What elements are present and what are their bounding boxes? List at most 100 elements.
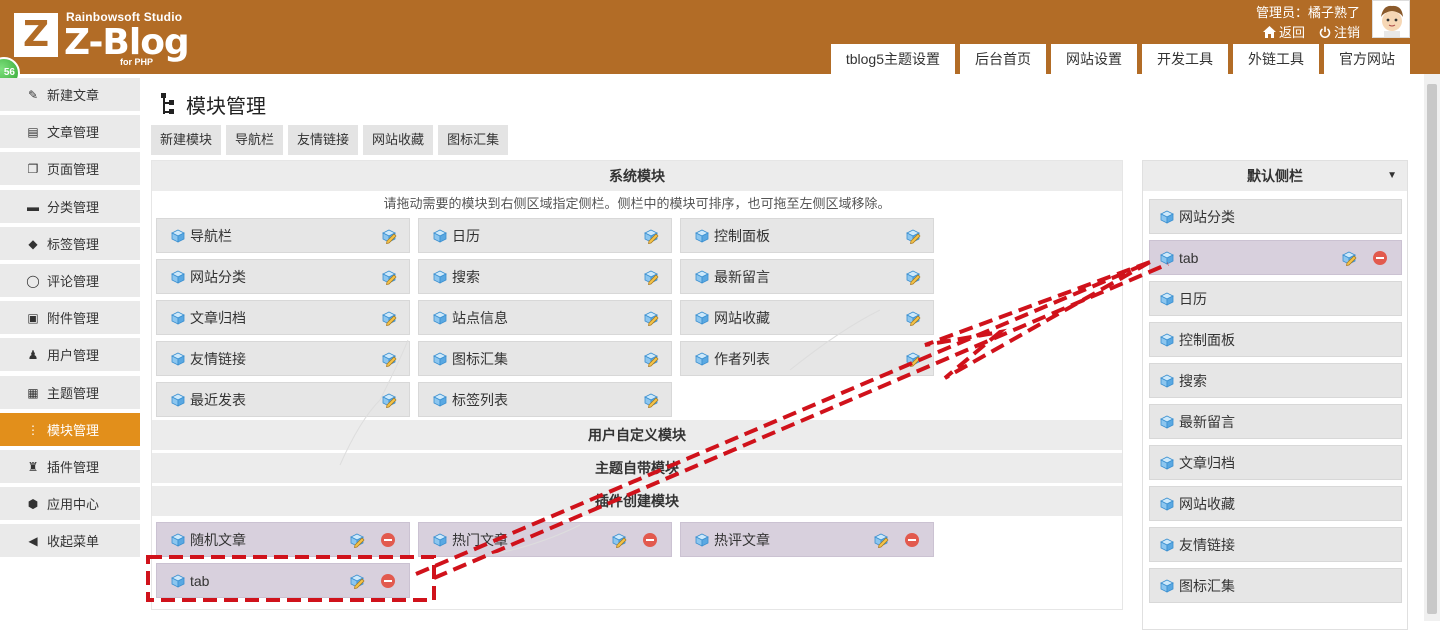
module-item[interactable]: 最新留言: [680, 259, 934, 294]
module-item[interactable]: 站点信息: [418, 300, 672, 335]
module-item[interactable]: 图标汇集: [418, 341, 672, 376]
subtab-navbar[interactable]: 导航栏: [226, 125, 284, 155]
edit-module-icon[interactable]: [643, 392, 659, 408]
module-item[interactable]: 导航栏: [156, 218, 410, 253]
remove-module-icon[interactable]: [905, 533, 919, 547]
scrollbar-thumb[interactable]: [1427, 84, 1437, 614]
tab-dashboard[interactable]: 后台首页: [960, 44, 1046, 74]
edit-module-icon[interactable]: [643, 351, 659, 367]
module-cube-icon: [433, 229, 447, 243]
sidebar-item-categories[interactable]: ▬ 分类管理: [0, 190, 140, 223]
sidebar-item-modules[interactable]: ⋮ 模块管理: [0, 413, 140, 446]
sidebar-module-item[interactable]: 搜索: [1149, 363, 1402, 398]
plugin-module-item[interactable]: 热评文章: [680, 522, 934, 557]
module-item[interactable]: 文章归档: [156, 300, 410, 335]
page-scrollbar[interactable]: [1424, 74, 1440, 621]
collapse-icon: ◀: [28, 533, 38, 548]
tab-site-settings[interactable]: 网站设置: [1051, 44, 1137, 74]
remove-module-icon[interactable]: [643, 533, 657, 547]
module-item[interactable]: 日历: [418, 218, 672, 253]
edit-module-icon[interactable]: [349, 573, 365, 589]
sidebar-item-users[interactable]: ♟ 用户管理: [0, 338, 140, 371]
sidebar-module-item[interactable]: tab: [1149, 240, 1402, 275]
default-sidebar-header[interactable]: 默认侧栏 ▼: [1143, 161, 1407, 191]
sidebar-module-item[interactable]: 网站分类: [1149, 199, 1402, 234]
module-item[interactable]: 标签列表: [418, 382, 672, 417]
edit-module-icon[interactable]: [905, 228, 921, 244]
section-plugin-modules[interactable]: 插件创建模块: [152, 486, 1122, 516]
sidebar-module-item[interactable]: 图标汇集: [1149, 568, 1402, 603]
sidebar-item-pages[interactable]: ❐ 页面管理: [0, 152, 140, 185]
sidebar-item-plugins[interactable]: ♜ 插件管理: [0, 450, 140, 483]
sidebar-module-item[interactable]: 控制面板: [1149, 322, 1402, 357]
edit-module-icon[interactable]: [643, 269, 659, 285]
plugin-module-item[interactable]: tab: [156, 563, 410, 598]
sidebar-item-label: 评论管理: [47, 274, 100, 289]
zblog-logo[interactable]: Z: [14, 13, 58, 57]
subtab-favorites[interactable]: 网站收藏: [363, 125, 434, 155]
sidebar-module-item[interactable]: 友情链接: [1149, 527, 1402, 562]
tab-tblog5-theme-settings[interactable]: tblog5主题设置: [830, 44, 955, 74]
module-item[interactable]: 控制面板: [680, 218, 934, 253]
subtab-icon-collection[interactable]: 图标汇集: [438, 125, 509, 155]
module-label: 热评文章: [714, 531, 770, 548]
module-label: 搜索: [452, 268, 480, 285]
plugin-module-item[interactable]: 随机文章: [156, 522, 410, 557]
sidebar-module-item[interactable]: 文章归档: [1149, 445, 1402, 480]
remove-module-icon[interactable]: [1373, 251, 1387, 265]
module-cube-icon: [1160, 497, 1174, 511]
edit-module-icon[interactable]: [381, 269, 397, 285]
module-subtabs: 新建模块 导航栏 友情链接 网站收藏 图标汇集: [151, 125, 509, 155]
edit-module-icon[interactable]: [381, 310, 397, 326]
module-label: 文章归档: [190, 309, 246, 326]
sidebar-item-comments[interactable]: ◯ 评论管理: [0, 264, 140, 297]
tab-link-tools[interactable]: 外链工具: [1233, 44, 1319, 74]
sidebar-module-item[interactable]: 网站收藏: [1149, 486, 1402, 521]
subtab-friend-links[interactable]: 友情链接: [288, 125, 359, 155]
sidebar-item-collapse[interactable]: ◀ 收起菜单: [0, 524, 140, 557]
plugin-module-item[interactable]: 热门文章: [418, 522, 672, 557]
edit-module-icon[interactable]: [905, 269, 921, 285]
dropdown-caret-icon[interactable]: ▼: [1387, 161, 1397, 191]
tag-icon: ◆: [28, 236, 38, 251]
edit-module-icon[interactable]: [381, 351, 397, 367]
avatar[interactable]: [1372, 0, 1410, 38]
sidebar-item-themes[interactable]: ▦ 主题管理: [0, 376, 140, 409]
remove-module-icon[interactable]: [381, 574, 395, 588]
module-item[interactable]: 网站收藏: [680, 300, 934, 335]
logout-link[interactable]: 注销: [1319, 22, 1360, 41]
new-module-button[interactable]: 新建模块: [151, 125, 222, 155]
logo-letter: Z: [22, 14, 50, 55]
edit-module-icon[interactable]: [873, 532, 889, 548]
sidebar-item-attachments[interactable]: ▣ 附件管理: [0, 301, 140, 334]
edit-module-icon[interactable]: [643, 310, 659, 326]
sidebar-module-item[interactable]: 日历: [1149, 281, 1402, 316]
edit-module-icon[interactable]: [381, 392, 397, 408]
sidebar-item-new-article[interactable]: ✎ 新建文章: [0, 78, 140, 111]
sidebar-item-tags[interactable]: ◆ 标签管理: [0, 227, 140, 260]
edit-module-icon[interactable]: [349, 532, 365, 548]
sidebar-module-item[interactable]: 最新留言: [1149, 404, 1402, 439]
module-item[interactable]: 最近发表: [156, 382, 410, 417]
back-link[interactable]: 返回: [1262, 22, 1305, 41]
module-label: 站点信息: [452, 309, 508, 326]
edit-module-icon[interactable]: [1341, 250, 1357, 266]
module-item[interactable]: 作者列表: [680, 341, 934, 376]
edit-module-icon[interactable]: [611, 532, 627, 548]
tab-dev-tools[interactable]: 开发工具: [1142, 44, 1228, 74]
edit-module-icon[interactable]: [643, 228, 659, 244]
module-item[interactable]: 友情链接: [156, 341, 410, 376]
section-theme-modules[interactable]: 主题自带模块: [152, 453, 1122, 483]
module-label: 控制面板: [714, 227, 770, 244]
edit-module-icon[interactable]: [905, 351, 921, 367]
section-custom-modules[interactable]: 用户自定义模块: [152, 420, 1122, 450]
edit-module-icon[interactable]: [381, 228, 397, 244]
edit-module-icon[interactable]: [905, 310, 921, 326]
remove-module-icon[interactable]: [381, 533, 395, 547]
sidebar-item-app-center[interactable]: ⬢ 应用中心: [0, 487, 140, 520]
module-item[interactable]: 网站分类: [156, 259, 410, 294]
tab-official-site[interactable]: 官方网站: [1324, 44, 1410, 74]
sidebar-item-label: 应用中心: [47, 497, 100, 512]
sidebar-item-articles[interactable]: ▤ 文章管理: [0, 115, 140, 148]
module-item[interactable]: 搜索: [418, 259, 672, 294]
